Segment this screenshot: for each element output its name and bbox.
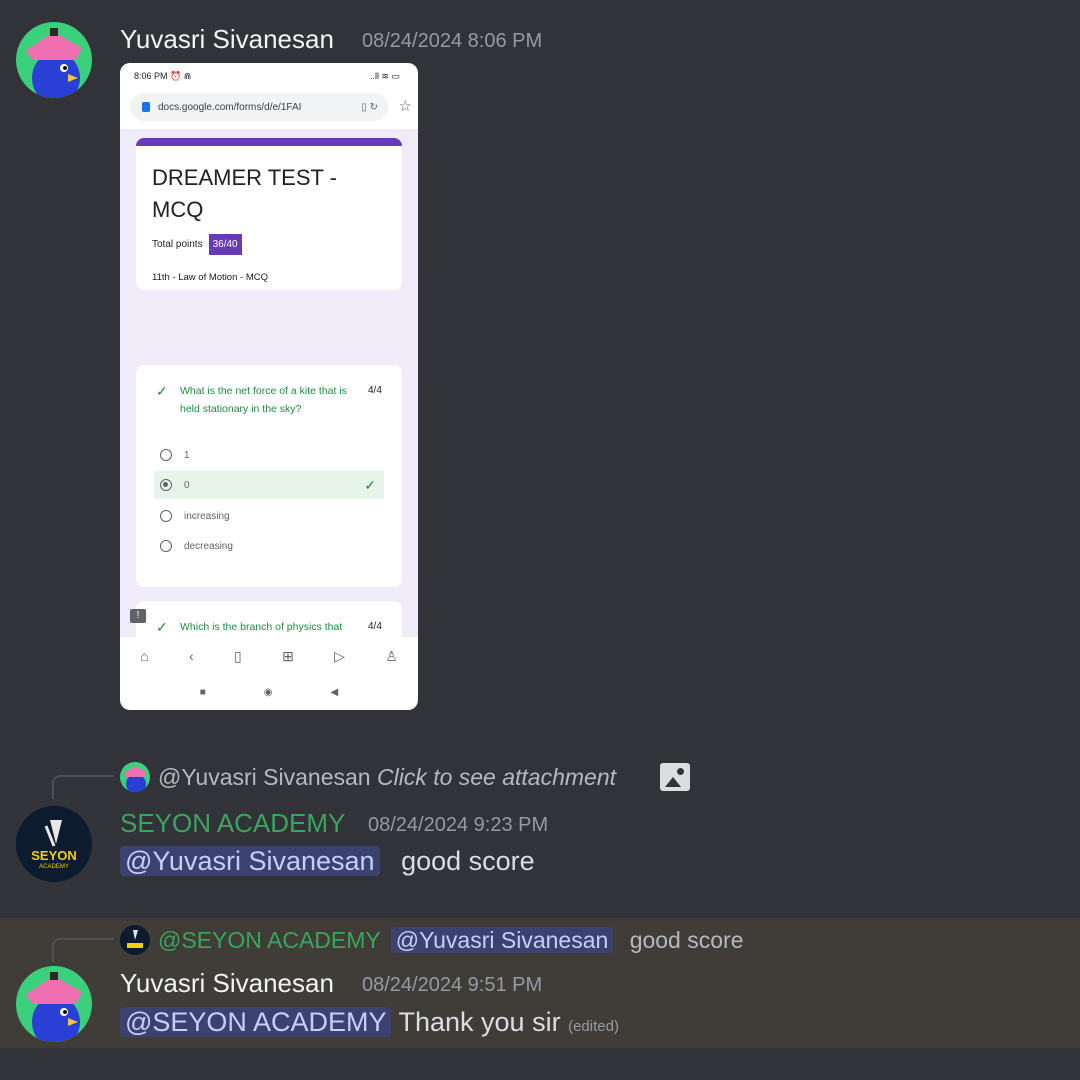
message-text: Thank you sir: [398, 1007, 561, 1037]
back-icon: ‹: [188, 648, 194, 664]
user-mention[interactable]: @Yuvasri Sivanesan: [120, 846, 380, 876]
author-name[interactable]: Yuvasri Sivanesan: [120, 24, 334, 55]
academy-logo-subtext: ACADEMY: [39, 864, 69, 870]
browser-nav-bar: ⌂ ‹ ▯ ⊞ ▷ ♙: [120, 641, 418, 671]
question-card: ✓ What is the net force of a kite that i…: [136, 365, 402, 587]
radio-icon: [160, 510, 172, 522]
phone-status-icons: ..ll ≋ ▭: [369, 71, 400, 81]
question-text: What is the net force of a kite that is …: [180, 385, 347, 415]
back-triangle-icon: ◀: [330, 686, 339, 698]
score-badge: 36/40: [208, 234, 242, 255]
recents-icon: ■: [199, 686, 206, 698]
radio-icon: [160, 449, 172, 461]
home-circle-icon: ◉: [263, 686, 273, 698]
option-radio[interactable]: 1: [154, 441, 384, 469]
reply-preview[interactable]: @SEYON ACADEMY @Yuvasri Sivanesan good s…: [158, 927, 744, 954]
star-icon: ☆: [398, 98, 412, 115]
form-content: DREAMER TEST - MCQ Total points 36/40 11…: [120, 129, 418, 637]
author-name[interactable]: SEYON ACADEMY: [120, 808, 345, 839]
browser-url-bar: docs.google.com/forms/d/e/1FAI ▯ ↻: [130, 93, 388, 121]
add-tab-icon: ⊞: [282, 647, 294, 664]
bird-avatar-icon: [16, 22, 92, 98]
feedback-icon: !: [130, 609, 146, 623]
author-name[interactable]: Yuvasri Sivanesan: [120, 968, 334, 999]
user-avatar[interactable]: [16, 966, 92, 1042]
message-content: @SEYON ACADEMY Thank you sir (edited): [120, 1007, 619, 1038]
home-icon: ⌂: [140, 648, 149, 664]
message-timestamp: 08/24/2024 9:51 PM: [362, 974, 543, 996]
form-title: DREAMER TEST - MCQ: [152, 165, 337, 222]
form-subtitle: 11th - Law of Motion - MCQ: [152, 272, 268, 283]
reply-avatar: [120, 762, 150, 792]
question-points: 4/4: [368, 621, 382, 632]
tabs-icon: ▷: [334, 647, 345, 664]
message-content: @Yuvasri Sivanesan good score: [120, 846, 535, 877]
radio-selected-icon: [160, 479, 172, 491]
reply-avatar: [120, 925, 150, 955]
bird-avatar-icon: [120, 762, 150, 792]
total-points: Total points 36/40: [152, 234, 242, 255]
check-icon: ✓: [364, 476, 376, 493]
url-text: docs.google.com/forms/d/e/1FAI: [158, 101, 302, 113]
book-icon: ▯: [234, 647, 242, 664]
question-points: 4/4: [368, 385, 382, 396]
bird-avatar-icon: [16, 966, 92, 1042]
reply-connector: [52, 775, 114, 799]
user-avatar[interactable]: [16, 22, 92, 98]
system-nav-bar: ■ ◉ ◀: [120, 681, 418, 703]
option-radio[interactable]: decreasing: [154, 532, 384, 560]
question-text: Which is the branch of physics that deal…: [180, 621, 343, 633]
message-text: good score: [401, 846, 535, 876]
question-card: ✓ Which is the branch of physics that de…: [136, 601, 402, 637]
message-timestamp: 08/24/2024 9:23 PM: [368, 814, 549, 836]
radio-icon: [160, 540, 172, 552]
option-radio-selected[interactable]: 0 ✓: [154, 471, 384, 499]
check-icon: ✓: [156, 619, 168, 635]
profile-icon: ♙: [385, 647, 398, 664]
message-timestamp: 08/24/2024 8:06 PM: [362, 30, 543, 52]
check-icon: ✓: [156, 383, 168, 399]
pen-nib-logo-icon: [16, 806, 92, 882]
option-radio[interactable]: increasing: [154, 502, 384, 530]
user-mention[interactable]: @SEYON ACADEMY: [120, 1007, 392, 1037]
lock-icon: [142, 102, 150, 112]
phone-status-time: 8:06 PM ⏰ ⋒: [134, 71, 192, 81]
reader-icon: ▯ ↻: [361, 101, 378, 113]
form-header-card: DREAMER TEST - MCQ Total points 36/40 11…: [136, 138, 402, 290]
academy-avatar[interactable]: SEYON ACADEMY: [16, 806, 92, 882]
academy-logo-text: SEYON: [31, 848, 77, 863]
edited-label: (edited): [568, 1018, 619, 1035]
image-icon: [660, 763, 690, 791]
reply-preview[interactable]: @Yuvasri Sivanesan Click to see attachme…: [158, 764, 616, 791]
alarm-icon: ⏰ ⋒: [170, 71, 192, 81]
attachment-image[interactable]: 8:06 PM ⏰ ⋒ ..ll ≋ ▭ docs.google.com/for…: [120, 63, 418, 710]
reply-connector: [52, 938, 114, 962]
pen-nib-logo-icon: [120, 925, 150, 955]
